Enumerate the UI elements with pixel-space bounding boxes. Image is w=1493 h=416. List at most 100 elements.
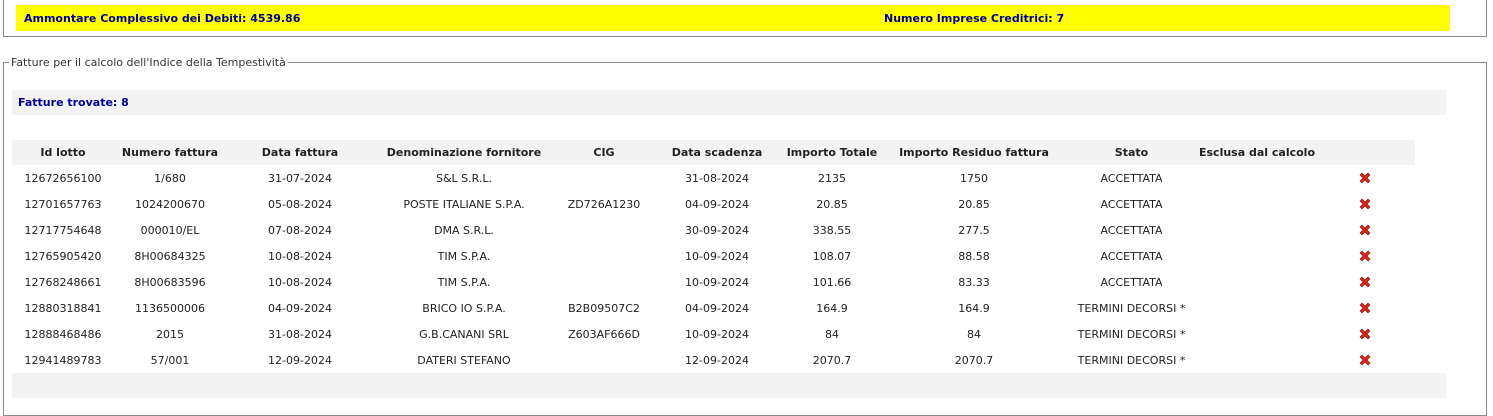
excluded-cell <box>1199 347 1315 373</box>
invoice-number-cell: 1136500006 <box>135 301 205 315</box>
red-x-icon[interactable] <box>1357 300 1373 316</box>
red-x-icon[interactable] <box>1357 248 1373 264</box>
lot-id-cell: 12717754648 <box>24 223 102 237</box>
total-amount-cell: 2135 <box>818 171 846 185</box>
table-row: 12888468486 2015 31-08-2024 G.B.CANANI SRL Z… <box>12 321 1415 347</box>
exclude-action-cell <box>1315 191 1415 217</box>
total-amount-cell: 20.85 <box>816 197 848 211</box>
cig-cell: B2B09507C2 <box>568 301 640 315</box>
col-header: CIG <box>554 140 654 165</box>
lot-id-cell: 12888468486 <box>24 327 102 341</box>
status-cell: TERMINI DECORSI * <box>1077 353 1186 367</box>
excluded-cell <box>1199 165 1315 191</box>
residual-amount-cell: 1750 <box>960 171 988 185</box>
due-date-cell: 31-08-2024 <box>685 171 749 185</box>
due-date-cell: 04-09-2024 <box>685 197 749 211</box>
table-row: 12701657763 1024200670 05-08-2024 POSTE ITA… <box>12 191 1415 217</box>
lot-id-cell: 12880318841 <box>24 301 102 315</box>
due-date-cell: 10-09-2024 <box>685 249 749 263</box>
due-date-cell: 10-09-2024 <box>685 275 749 289</box>
supplier-cell: BRICO IO S.P.A. <box>422 301 506 315</box>
table-footer-bar <box>12 373 1446 398</box>
excluded-cell <box>1199 217 1315 243</box>
col-header: Data fattura <box>226 140 374 165</box>
cig-cell <box>554 243 654 269</box>
red-x-icon[interactable] <box>1357 196 1373 212</box>
invoice-date-cell: 10-08-2024 <box>268 249 332 263</box>
invoice-number-cell: 1024200670 <box>135 197 205 211</box>
exclude-action-cell <box>1315 243 1415 269</box>
red-x-icon[interactable] <box>1357 170 1373 186</box>
invoice-date-cell: 10-08-2024 <box>268 275 332 289</box>
exclude-action-cell <box>1315 217 1415 243</box>
lot-id-cell: 12768248661 <box>24 275 102 289</box>
lot-id-cell: 12701657763 <box>24 197 102 211</box>
supplier-cell: DATERI STEFANO <box>417 353 511 367</box>
excluded-cell <box>1199 295 1315 321</box>
exclude-action-cell <box>1315 269 1415 295</box>
status-cell: ACCETTATA <box>1100 275 1163 289</box>
cig-cell <box>554 269 654 295</box>
table-row: 12672656100 1/680 31-07-2024 S&L S.R.L. 31-0… <box>12 165 1415 191</box>
red-x-icon[interactable] <box>1357 222 1373 238</box>
table-row: 12717754648 000010/EL 07-08-2024 DMA S.R.L.… <box>12 217 1415 243</box>
total-amount-cell: 108.07 <box>812 249 852 263</box>
cig-cell <box>554 217 654 243</box>
col-header: Denominazione fornitore <box>374 140 554 165</box>
exclude-action-cell <box>1315 165 1415 191</box>
red-x-icon[interactable] <box>1357 352 1373 368</box>
excluded-cell <box>1199 243 1315 269</box>
status-cell: TERMINI DECORSI * <box>1077 301 1186 315</box>
cig-cell <box>554 165 654 191</box>
supplier-cell: TIM S.P.A. <box>437 275 491 289</box>
cig-cell <box>554 347 654 373</box>
lot-id-cell: 12941489783 <box>24 353 102 367</box>
invoice-number-cell: 8H00683596 <box>134 275 206 289</box>
status-cell: ACCETTATA <box>1100 171 1163 185</box>
due-date-cell: 30-09-2024 <box>685 223 749 237</box>
invoices-found-text: Fatture trovate: 8 <box>18 96 129 109</box>
col-header: Stato <box>1064 140 1199 165</box>
due-date-cell: 12-09-2024 <box>685 353 749 367</box>
table-header-row: Id lotto Numero fattura Data fattura Den… <box>12 140 1415 165</box>
status-cell: ACCETTATA <box>1100 223 1163 237</box>
excluded-cell <box>1199 191 1315 217</box>
exclude-action-cell <box>1315 321 1415 347</box>
invoice-date-cell: 05-08-2024 <box>268 197 332 211</box>
invoice-number-cell: 57/001 <box>150 353 190 367</box>
invoice-number-cell: 8H00684325 <box>134 249 206 263</box>
total-amount-cell: 338.55 <box>812 223 852 237</box>
residual-amount-cell: 20.85 <box>958 197 990 211</box>
table-row: 12768248661 8H00683596 10-08-2024 TIM S.P.A… <box>12 269 1415 295</box>
creditor-firms-text: Numero Imprese Creditrici: 7 <box>884 12 1065 25</box>
red-x-icon[interactable] <box>1357 326 1373 342</box>
red-x-icon[interactable] <box>1357 274 1373 290</box>
col-header: Importo Residuo fattura <box>884 140 1064 165</box>
invoice-number-cell: 2015 <box>156 327 184 341</box>
supplier-cell: DMA S.R.L. <box>434 223 494 237</box>
residual-amount-cell: 277.5 <box>958 223 990 237</box>
invoices-legend: Fatture per il calcolo dell'Indice della… <box>11 56 286 69</box>
table-row: 12880318841 1136500006 04-09-2024 BRICO IO … <box>12 295 1415 321</box>
residual-amount-cell: 88.58 <box>958 249 990 263</box>
invoice-date-cell: 31-08-2024 <box>268 327 332 341</box>
invoice-number-cell: 000010/EL <box>140 223 200 237</box>
invoice-date-cell: 12-09-2024 <box>268 353 332 367</box>
total-amount-cell: 2070.7 <box>812 353 852 367</box>
supplier-cell: POSTE ITALIANE S.P.A. <box>403 197 525 211</box>
due-date-cell: 04-09-2024 <box>685 301 749 315</box>
residual-amount-cell: 2070.7 <box>954 353 994 367</box>
exclude-action-cell <box>1315 295 1415 321</box>
col-header: Esclusa dal calcolo <box>1199 140 1315 165</box>
excluded-cell <box>1199 321 1315 347</box>
invoice-date-cell: 07-08-2024 <box>268 223 332 237</box>
invoices-table: Id lotto Numero fattura Data fattura Den… <box>12 140 1415 373</box>
col-header: Numero fattura <box>114 140 226 165</box>
excluded-cell <box>1199 269 1315 295</box>
total-debts-text: Ammontare Complessivo dei Debiti: 4539.8… <box>24 12 301 25</box>
total-amount-cell: 164.9 <box>816 301 848 315</box>
summary-bar: Ammontare Complessivo dei Debiti: 4539.8… <box>16 5 1450 31</box>
cig-cell: Z603AF666D <box>568 327 640 341</box>
col-header: Data scadenza <box>654 140 780 165</box>
total-amount-cell: 84 <box>825 327 839 341</box>
